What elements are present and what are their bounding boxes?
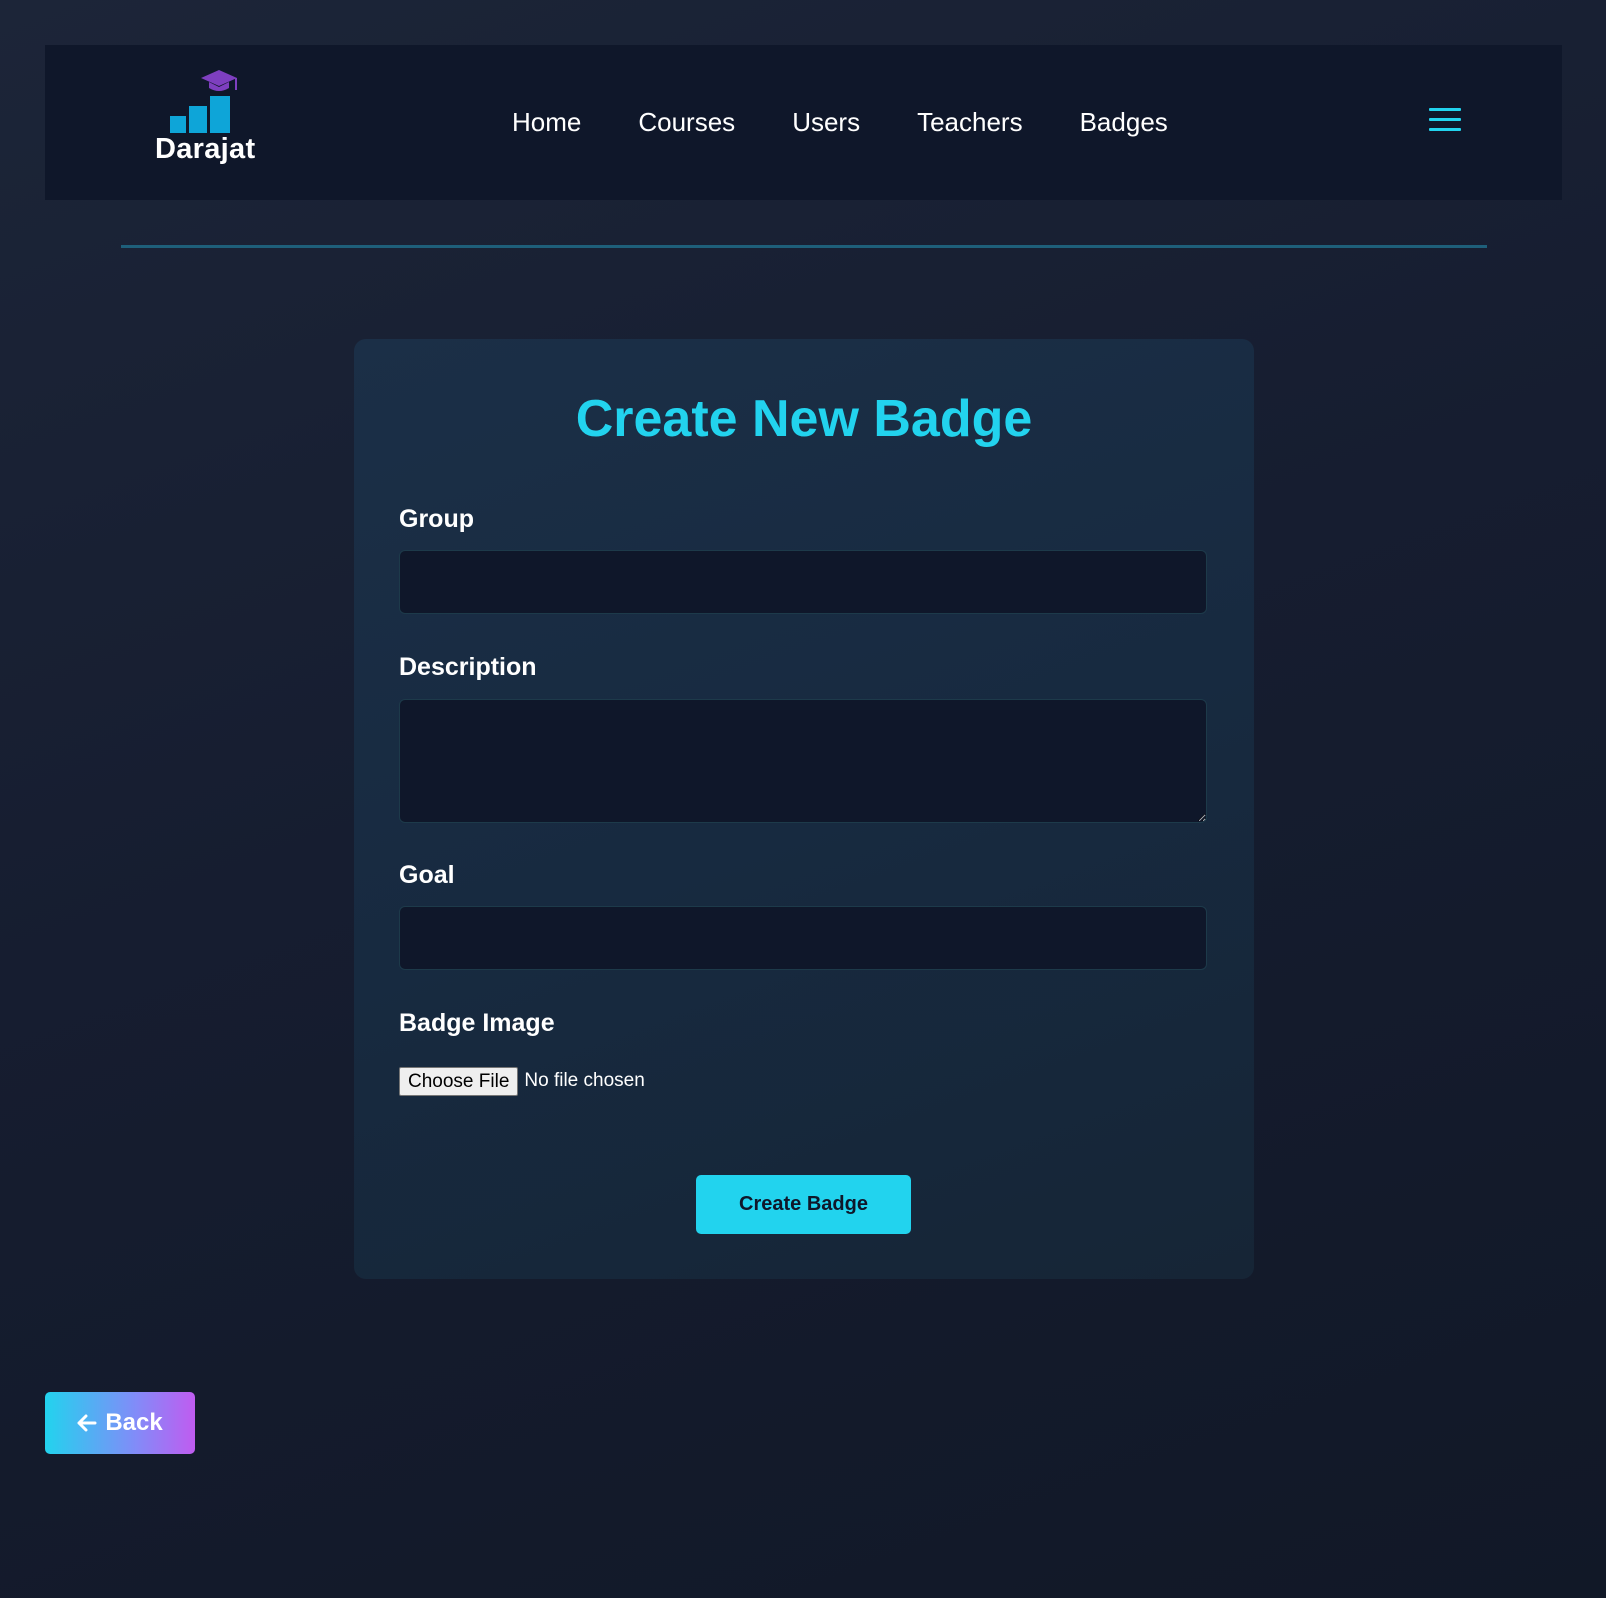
description-textarea[interactable] xyxy=(399,699,1207,823)
brand-name: Darajat xyxy=(155,133,256,165)
top-navbar: Darajat Home Courses Users Teachers Badg… xyxy=(45,45,1562,200)
nav-link-badges[interactable]: Badges xyxy=(1080,107,1168,138)
badge-image-file-input: Choose File No file chosen xyxy=(399,1066,645,1096)
nav-link-users[interactable]: Users xyxy=(792,107,860,138)
page-title: Create New Badge xyxy=(575,390,1033,448)
brand-logo[interactable]: Darajat xyxy=(155,67,275,177)
group-input[interactable] xyxy=(399,550,1207,614)
goal-input[interactable] xyxy=(399,906,1207,970)
choose-file-button[interactable]: Choose File xyxy=(399,1066,519,1096)
badge-image-label: Badge Image xyxy=(399,1009,555,1037)
nav-link-courses[interactable]: Courses xyxy=(638,107,735,138)
file-status-text: No file chosen xyxy=(524,1070,645,1091)
group-label: Group xyxy=(399,505,474,533)
header-divider xyxy=(121,245,1487,248)
create-badge-card: Create New Badge Group Description Goal … xyxy=(354,339,1254,1279)
back-button[interactable]: Back xyxy=(45,1392,195,1454)
create-badge-button[interactable]: Create Badge xyxy=(696,1175,911,1234)
goal-label: Goal xyxy=(399,861,455,889)
main-nav: Home Courses Users Teachers Badges xyxy=(512,45,1225,200)
nav-link-teachers[interactable]: Teachers xyxy=(917,107,1023,138)
description-label: Description xyxy=(399,653,537,681)
hamburger-icon[interactable] xyxy=(1429,108,1463,136)
back-label: Back xyxy=(105,1409,163,1436)
arrow-left-icon xyxy=(77,1414,97,1432)
logo-chart-icon xyxy=(170,70,237,133)
nav-link-home[interactable]: Home xyxy=(512,107,581,138)
